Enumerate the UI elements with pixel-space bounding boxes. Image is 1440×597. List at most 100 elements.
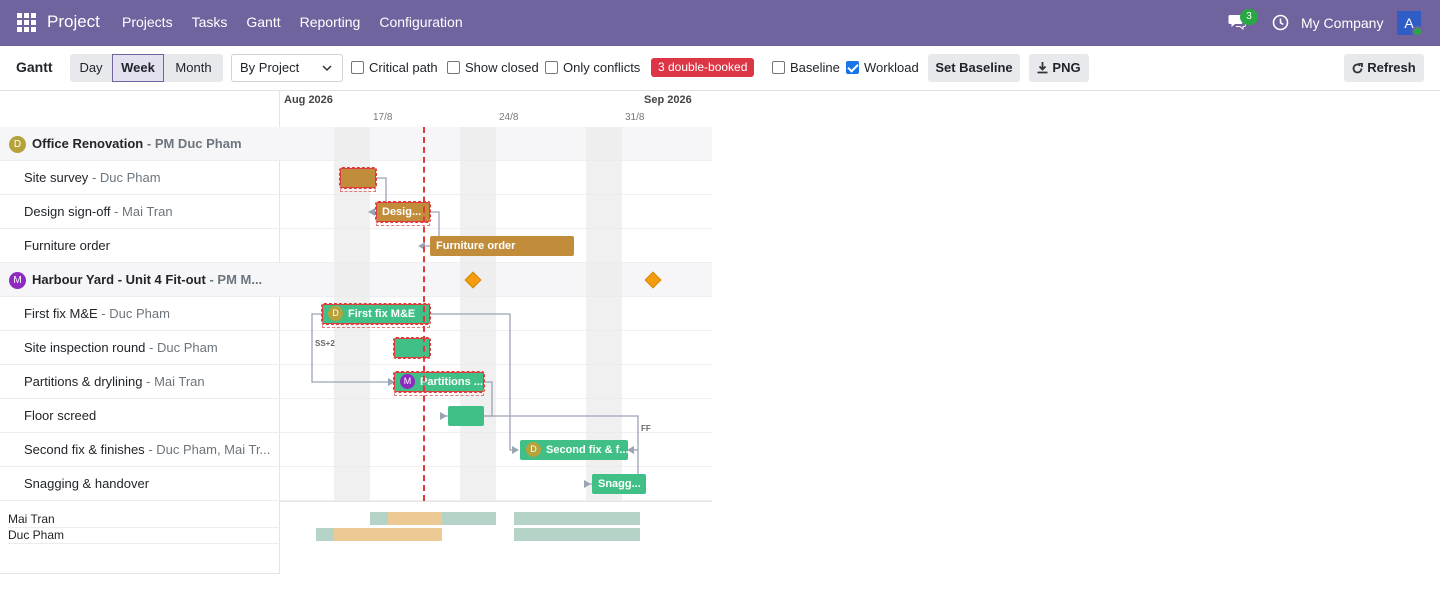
task-bar-furniture-order[interactable]: Furniture order bbox=[430, 236, 574, 256]
menu-configuration[interactable]: Configuration bbox=[379, 14, 462, 30]
row-task-site-inspection[interactable]: Site inspection round - Duc Pham bbox=[0, 331, 280, 365]
row-task-site-survey[interactable]: Site survey - Duc Pham bbox=[0, 161, 280, 195]
row-task-partitions[interactable]: Partitions & drylining - Mai Tran bbox=[0, 365, 280, 399]
workload-label: Workload bbox=[864, 60, 919, 75]
only-conflicts-label: Only conflicts bbox=[563, 60, 641, 75]
refresh-button[interactable]: Refresh bbox=[1344, 54, 1424, 82]
baseline-toggle[interactable]: Baseline bbox=[772, 60, 840, 75]
row-task-floor-screed[interactable]: Floor screed bbox=[0, 399, 280, 433]
critical-path-toggle[interactable]: Critical path bbox=[351, 60, 438, 75]
row-name: Second fix & finishes bbox=[24, 442, 145, 457]
row-sub: - Duc Pham bbox=[91, 170, 161, 185]
workload-checkbox[interactable] bbox=[846, 61, 859, 74]
today-marker bbox=[423, 127, 425, 501]
workload-cell-normal bbox=[370, 512, 388, 525]
conflict-shadow bbox=[376, 219, 430, 226]
row-task-snagging[interactable]: Snagging & handover bbox=[0, 467, 280, 501]
row-name: Office Renovation bbox=[32, 136, 144, 151]
workload-cell-normal bbox=[514, 528, 640, 541]
apps-grid-icon[interactable] bbox=[17, 13, 36, 32]
row-sub: - Mai Tran bbox=[146, 374, 205, 389]
double-booked-badge[interactable]: 3 double-booked bbox=[651, 58, 755, 77]
main-menu: Projects Tasks Gantt Reporting Configura… bbox=[122, 14, 482, 30]
task-bar-floor-screed[interactable] bbox=[448, 406, 484, 426]
online-status-dot bbox=[1412, 26, 1423, 37]
menu-gantt[interactable]: Gantt bbox=[246, 14, 280, 30]
row-sub: - PM M... bbox=[209, 272, 263, 287]
menu-projects[interactable]: Projects bbox=[122, 14, 173, 30]
workload-cell-overloaded bbox=[388, 512, 442, 525]
critical-path-checkbox[interactable] bbox=[351, 61, 364, 74]
scale-day-button[interactable]: Day bbox=[70, 54, 112, 82]
scale-month-button[interactable]: Month bbox=[164, 54, 223, 82]
row-name: First fix M&E bbox=[24, 306, 98, 321]
show-closed-toggle[interactable]: Show closed bbox=[447, 60, 539, 75]
assignee-avatar: D bbox=[328, 306, 343, 321]
conflict-shadow bbox=[322, 321, 430, 328]
critical-path-label: Critical path bbox=[369, 60, 438, 75]
project-avatar: D bbox=[9, 136, 26, 153]
download-icon bbox=[1037, 62, 1048, 74]
dependency-type-label: FF bbox=[641, 424, 651, 433]
row-name: Partitions & drylining bbox=[24, 374, 143, 389]
bar-label: Snagg... bbox=[598, 478, 641, 490]
scale-week-button[interactable]: Week bbox=[112, 54, 164, 82]
chat-count-badge: 3 bbox=[1240, 9, 1258, 25]
row-name: Harbour Yard - Unit 4 Fit-out bbox=[32, 272, 206, 287]
bar-label: Partitions ... bbox=[420, 376, 483, 388]
menu-tasks[interactable]: Tasks bbox=[192, 14, 228, 30]
only-conflicts-checkbox[interactable] bbox=[545, 61, 558, 74]
workload-cell-overloaded bbox=[334, 528, 442, 541]
row-project-harbour-yard[interactable]: M Harbour Yard - Unit 4 Fit-out - PM M... bbox=[0, 263, 280, 297]
bar-label: Desig... bbox=[382, 206, 422, 218]
workload-cell-normal bbox=[316, 528, 334, 541]
row-project-office-renovation[interactable]: D Office Renovation - PM Duc Pham bbox=[0, 127, 280, 161]
row-name: Furniture order bbox=[24, 238, 110, 253]
conflict-shadow bbox=[340, 185, 376, 192]
row-name: Design sign-off bbox=[24, 204, 111, 219]
bar-label: Furniture order bbox=[436, 240, 516, 252]
project-avatar: M bbox=[9, 272, 26, 289]
show-closed-checkbox[interactable] bbox=[447, 61, 460, 74]
workload-person: Mai Tran bbox=[8, 511, 280, 528]
row-sub: - Duc Pham bbox=[101, 306, 170, 321]
row-task-second-fix[interactable]: Second fix & finishes - Duc Pham, Mai Tr… bbox=[0, 433, 280, 467]
conflict-shadow bbox=[394, 389, 484, 396]
group-by-select[interactable]: By Project bbox=[231, 54, 343, 82]
task-bar-second-fix[interactable]: D Second fix & f... bbox=[520, 440, 628, 460]
dependency-arrows bbox=[311, 177, 639, 488]
row-sub: - PM Duc Pham bbox=[146, 136, 242, 151]
gantt-timeline: Aug 2026 Sep 2026 17/8 24/8 31/8 SS+2 FF… bbox=[280, 91, 712, 501]
page-title: Gantt bbox=[16, 59, 53, 75]
row-task-first-fix[interactable]: First fix M&E - Duc Pham bbox=[0, 297, 280, 331]
clock-icon[interactable] bbox=[1272, 14, 1289, 31]
bar-label: Second fix & f... bbox=[546, 444, 628, 456]
show-closed-label: Show closed bbox=[465, 60, 539, 75]
task-bar-snagging[interactable]: Snagg... bbox=[592, 474, 646, 494]
workload-divider bbox=[280, 501, 712, 502]
row-name: Site inspection round bbox=[24, 340, 146, 355]
workload-toggle[interactable]: Workload bbox=[846, 60, 919, 75]
row-task-furniture-order[interactable]: Furniture order bbox=[0, 229, 280, 263]
baseline-checkbox[interactable] bbox=[772, 61, 785, 74]
workload-cell-normal bbox=[442, 512, 496, 525]
row-name: Site survey bbox=[24, 170, 89, 185]
row-sub: - Duc Pham bbox=[149, 340, 218, 355]
refresh-icon bbox=[1352, 62, 1364, 74]
workload-person: Duc Pham bbox=[8, 527, 280, 544]
only-conflicts-toggle[interactable]: Only conflicts bbox=[545, 60, 640, 75]
export-png-button[interactable]: PNG bbox=[1029, 54, 1089, 82]
company-switcher[interactable]: My Company bbox=[1301, 15, 1383, 31]
gantt-control-bar: Gantt Day Week Month By Project Critical… bbox=[0, 46, 1440, 91]
row-task-design-sign-off[interactable]: Design sign-off - Mai Tran bbox=[0, 195, 280, 229]
row-sub: - Mai Tran bbox=[114, 204, 173, 219]
set-baseline-button[interactable]: Set Baseline bbox=[928, 54, 1020, 82]
refresh-label: Refresh bbox=[1367, 60, 1416, 75]
baseline-label: Baseline bbox=[790, 60, 840, 75]
app-name[interactable]: Project bbox=[47, 12, 100, 32]
row-name: Snagging & handover bbox=[24, 476, 150, 491]
menu-reporting[interactable]: Reporting bbox=[300, 14, 361, 30]
assignee-avatar: D bbox=[526, 442, 541, 457]
chevron-down-icon bbox=[322, 65, 332, 72]
workload-cell-normal bbox=[514, 512, 640, 525]
